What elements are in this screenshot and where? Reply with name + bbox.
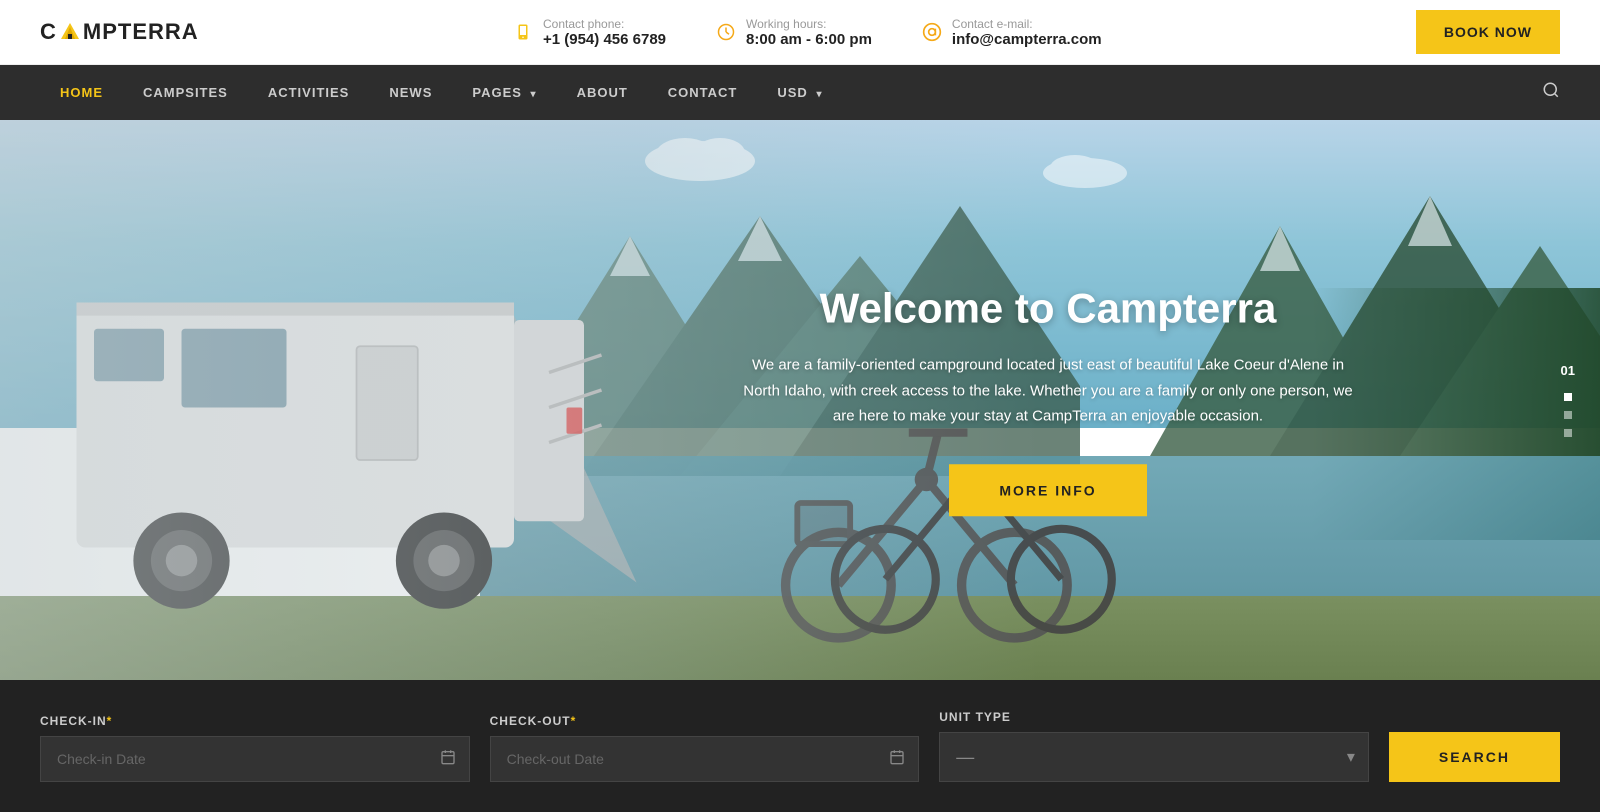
hours-value: 8:00 am - 6:00 pm <box>746 31 872 48</box>
nav-item-news[interactable]: NEWS <box>369 67 452 118</box>
nav-link-about[interactable]: ABOUT <box>557 67 648 118</box>
nav-link-activities[interactable]: ACTIVITIES <box>248 67 370 118</box>
email-value: info@campterra.com <box>952 31 1102 48</box>
navbar: HOME CAMPSITES ACTIVITIES NEWS PAGES ▾ A… <box>0 65 1600 120</box>
unit-type-select[interactable]: — Tent RV Cabin <box>939 732 1369 782</box>
checkout-required: * <box>571 714 577 728</box>
phone-info-text: Contact phone: +1 (954) 456 6789 <box>543 17 666 48</box>
top-bar: C MPTERRA Contact phone: +1 (954) 45 <box>0 0 1600 65</box>
slide-indicators: 01 <box>1561 363 1575 437</box>
nav-item-campsites[interactable]: CAMPSITES <box>123 67 248 118</box>
nav-item-pages[interactable]: PAGES ▾ <box>452 67 556 118</box>
nav-link-news[interactable]: NEWS <box>369 67 452 118</box>
unit-type-label: Unit type <box>939 710 1369 724</box>
hero-section: Welcome to Campterra We are a family-ori… <box>0 120 1600 680</box>
checkout-label: Check-out* <box>490 714 920 728</box>
usd-arrow-icon: ▾ <box>816 89 822 100</box>
email-label: Contact e-mail: <box>952 17 1102 31</box>
checkout-input-wrap <box>490 736 920 782</box>
clock-icon <box>716 22 736 42</box>
phone-info: Contact phone: +1 (954) 456 6789 <box>513 17 666 48</box>
phone-icon <box>513 22 533 42</box>
hero-cta-button[interactable]: MORE INFO <box>949 464 1146 516</box>
calendar-icon-checkout <box>889 749 905 770</box>
logo-text-rest: MPTERRA <box>83 19 199 45</box>
calendar-icon-checkin <box>440 749 456 770</box>
hero-content: Welcome to Campterra We are a family-ori… <box>738 284 1358 516</box>
nav-link-campsites[interactable]: CAMPSITES <box>123 67 248 118</box>
nav-item-contact[interactable]: CONTACT <box>648 67 758 118</box>
nav-links: HOME CAMPSITES ACTIVITIES NEWS PAGES ▾ A… <box>40 67 842 118</box>
checkin-input-wrap <box>40 736 470 782</box>
hero-title: Welcome to Campterra <box>738 284 1358 332</box>
hours-info-text: Working hours: 8:00 am - 6:00 pm <box>746 17 872 48</box>
email-info: Contact e-mail: info@campterra.com <box>922 17 1102 48</box>
nav-link-pages[interactable]: PAGES ▾ <box>452 67 556 118</box>
booking-bar: Check-in* Check-out* <box>0 680 1600 812</box>
search-button[interactable]: SEARCH <box>1389 732 1560 782</box>
pages-arrow-icon: ▾ <box>531 89 537 100</box>
slide-dot-1[interactable] <box>1564 393 1572 401</box>
nav-item-activities[interactable]: ACTIVITIES <box>248 67 370 118</box>
logo-tent-icon <box>59 21 81 43</box>
checkout-field: Check-out* <box>490 714 920 782</box>
email-info-text: Contact e-mail: info@campterra.com <box>952 17 1102 48</box>
unit-type-select-wrap: — Tent RV Cabin ▾ <box>939 732 1369 782</box>
checkin-required: * <box>107 714 113 728</box>
checkin-input[interactable] <box>40 736 470 782</box>
hero-description: We are a family-oriented campground loca… <box>738 352 1358 429</box>
phone-label: Contact phone: <box>543 17 666 31</box>
top-info: Contact phone: +1 (954) 456 6789 Working… <box>199 17 1416 48</box>
book-now-button[interactable]: BOOK NOW <box>1416 10 1560 54</box>
nav-item-home[interactable]: HOME <box>40 67 123 118</box>
slide-current-number: 01 <box>1561 363 1575 378</box>
nav-link-contact[interactable]: CONTACT <box>648 67 758 118</box>
slide-dot-3[interactable] <box>1564 429 1572 437</box>
nav-item-about[interactable]: ABOUT <box>557 67 648 118</box>
email-icon <box>922 22 942 42</box>
checkin-label: Check-in* <box>40 714 470 728</box>
nav-link-home[interactable]: HOME <box>40 67 123 118</box>
nav-link-usd[interactable]: USD ▾ <box>757 67 842 118</box>
search-icon[interactable] <box>1542 81 1560 104</box>
hours-label: Working hours: <box>746 17 872 31</box>
unit-type-field: Unit type — Tent RV Cabin ▾ <box>939 710 1369 782</box>
logo-text-c: C <box>40 19 57 45</box>
checkin-field: Check-in* <box>40 714 470 782</box>
logo[interactable]: C MPTERRA <box>40 19 199 45</box>
phone-value: +1 (954) 456 6789 <box>543 31 666 48</box>
hours-info: Working hours: 8:00 am - 6:00 pm <box>716 17 872 48</box>
slide-dot-2[interactable] <box>1564 411 1572 419</box>
nav-item-usd[interactable]: USD ▾ <box>757 67 842 118</box>
checkout-input[interactable] <box>490 736 920 782</box>
